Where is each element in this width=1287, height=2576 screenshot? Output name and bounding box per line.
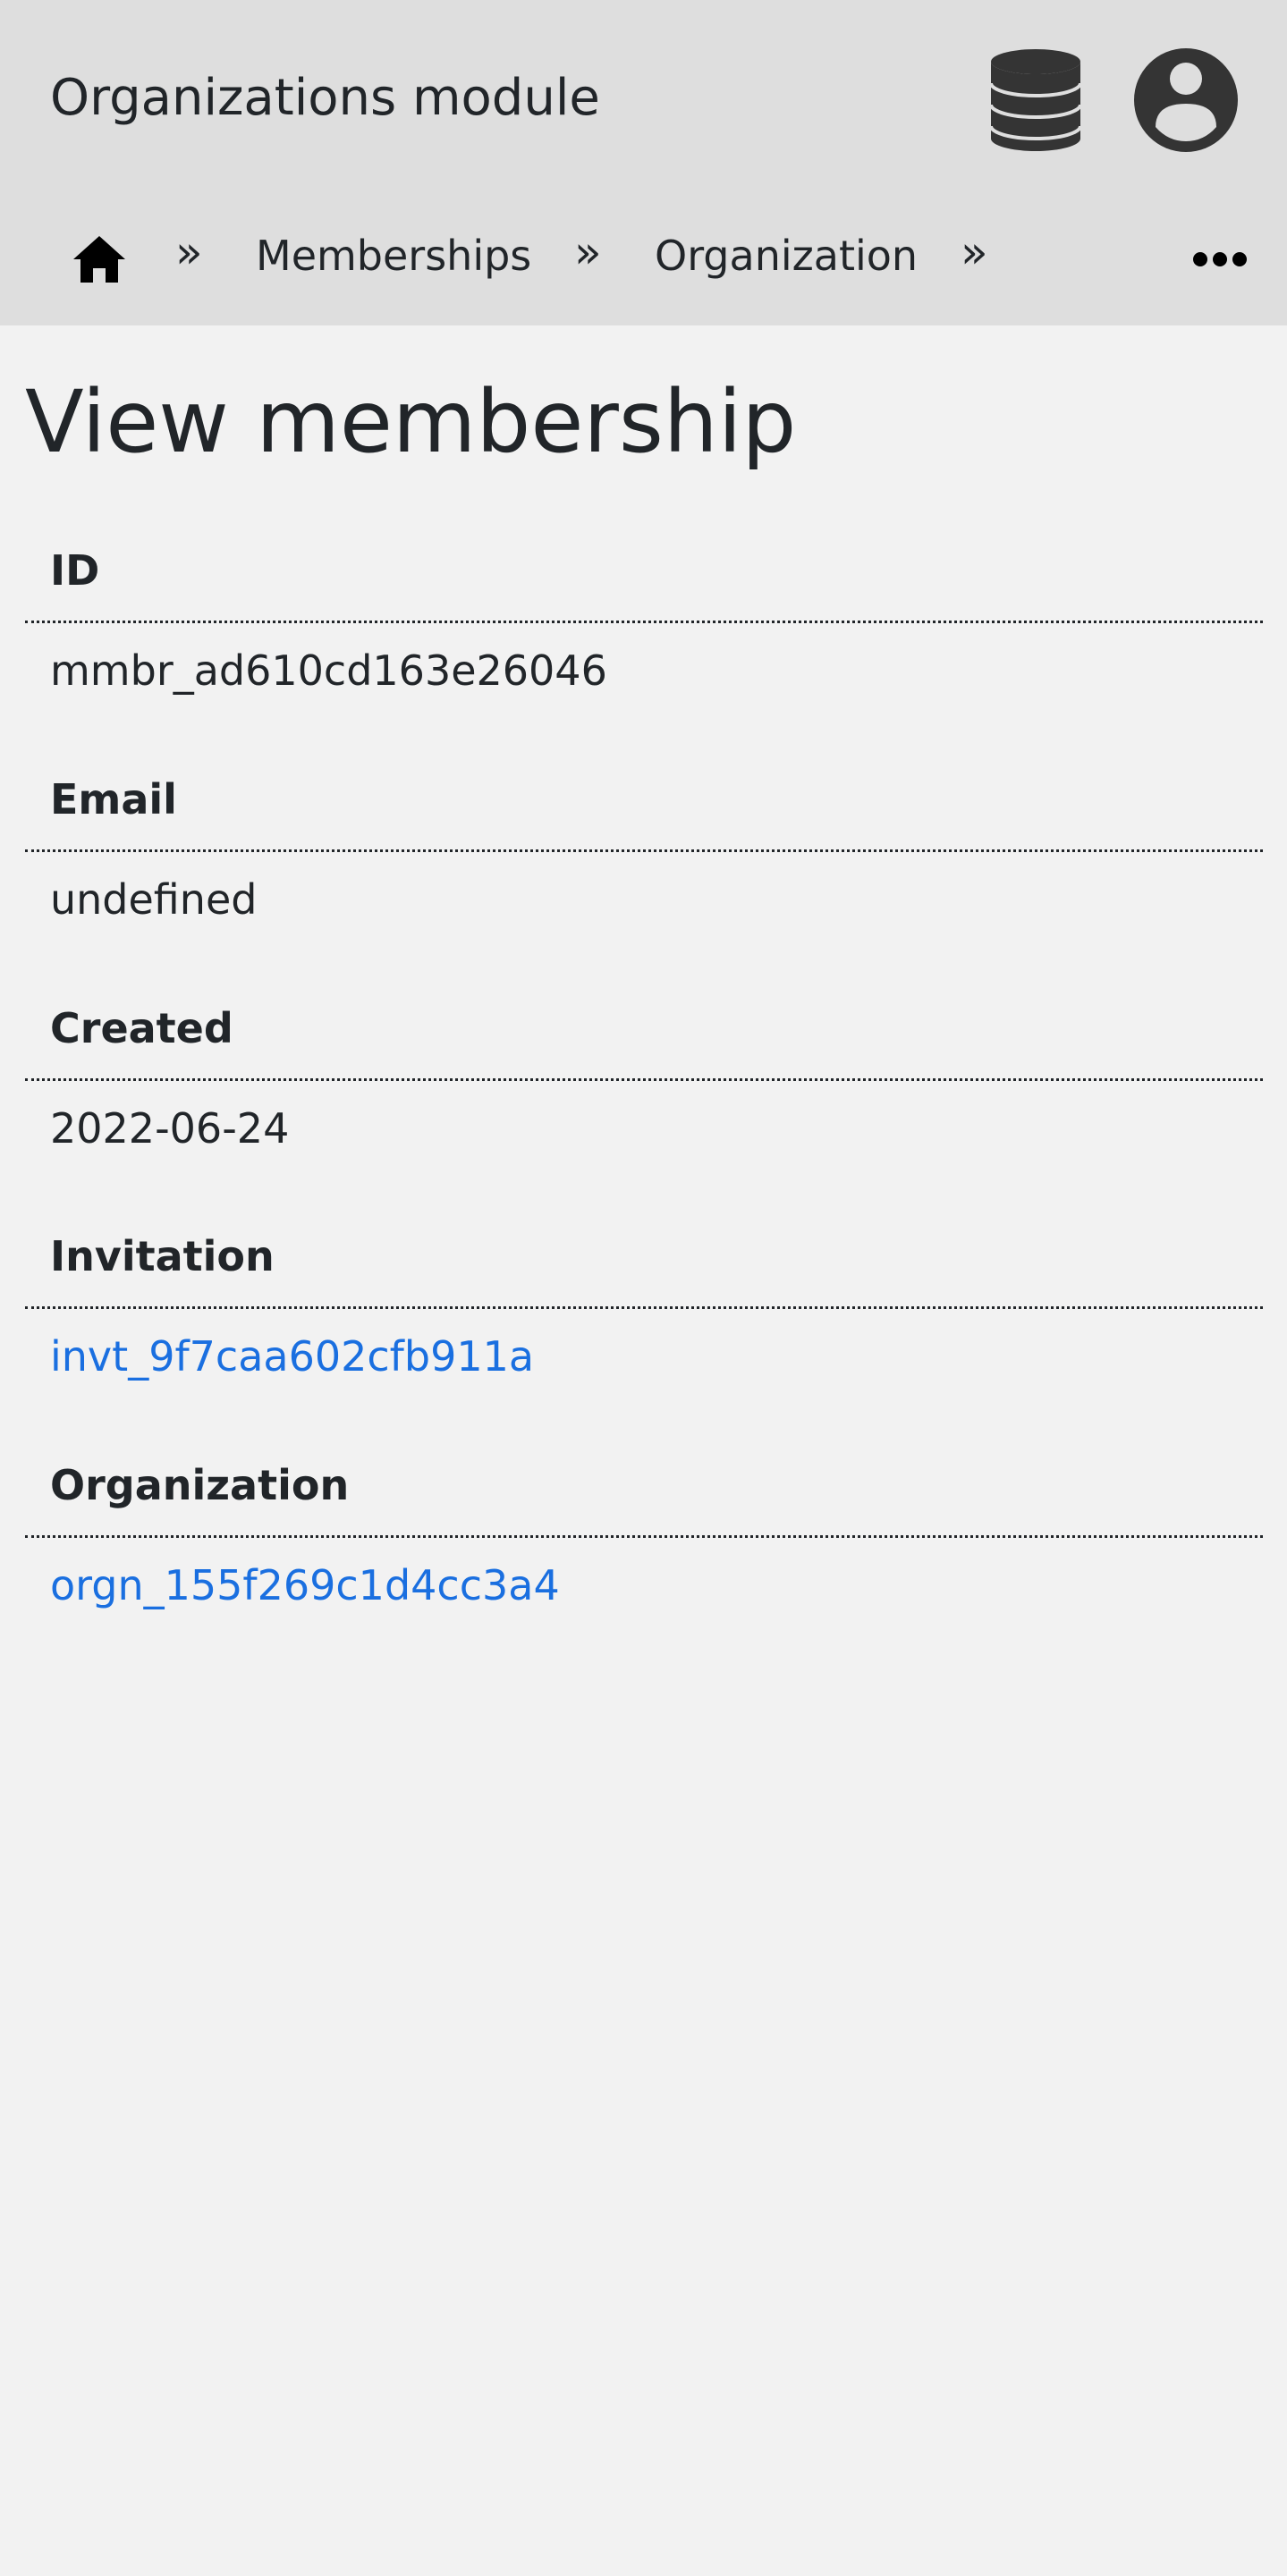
divider: [25, 1535, 1263, 1538]
organization-link[interactable]: orgn_155f269c1d4cc3a4: [50, 1558, 560, 1612]
breadcrumb-separator: »: [961, 226, 988, 278]
user-account-icon[interactable]: [1134, 48, 1238, 152]
breadcrumb-memberships[interactable]: Memberships: [256, 229, 531, 283]
field-value: mmbr_ad610cd163e26046: [50, 646, 607, 695]
divider: [25, 1306, 1263, 1309]
invitation-link[interactable]: invt_9f7caa602cfb911a: [50, 1330, 534, 1383]
database-icon[interactable]: [991, 49, 1080, 151]
field-label: Created: [50, 1004, 233, 1052]
field-value: undefined: [50, 875, 258, 924]
field-label: Email: [50, 775, 177, 823]
app-header: Organizations module » Memberships » Org…: [0, 0, 1287, 325]
ellipsis-icon[interactable]: [1193, 250, 1247, 268]
divider: [25, 1078, 1263, 1081]
app-title[interactable]: Organizations module: [50, 66, 600, 131]
field-label: Organization: [50, 1461, 350, 1509]
home-icon[interactable]: [72, 234, 127, 284]
breadcrumb: » Memberships » Organization »: [0, 211, 1287, 300]
breadcrumb-organization[interactable]: Organization: [655, 229, 918, 283]
breadcrumb-separator: »: [574, 226, 602, 278]
field-value: 2022-06-24: [50, 1104, 290, 1153]
breadcrumb-separator: »: [175, 226, 203, 278]
divider: [25, 621, 1263, 623]
field-label: ID: [50, 546, 100, 595]
page-title: View membership: [25, 372, 797, 472]
field-label: Invitation: [50, 1232, 275, 1280]
divider: [25, 849, 1263, 852]
